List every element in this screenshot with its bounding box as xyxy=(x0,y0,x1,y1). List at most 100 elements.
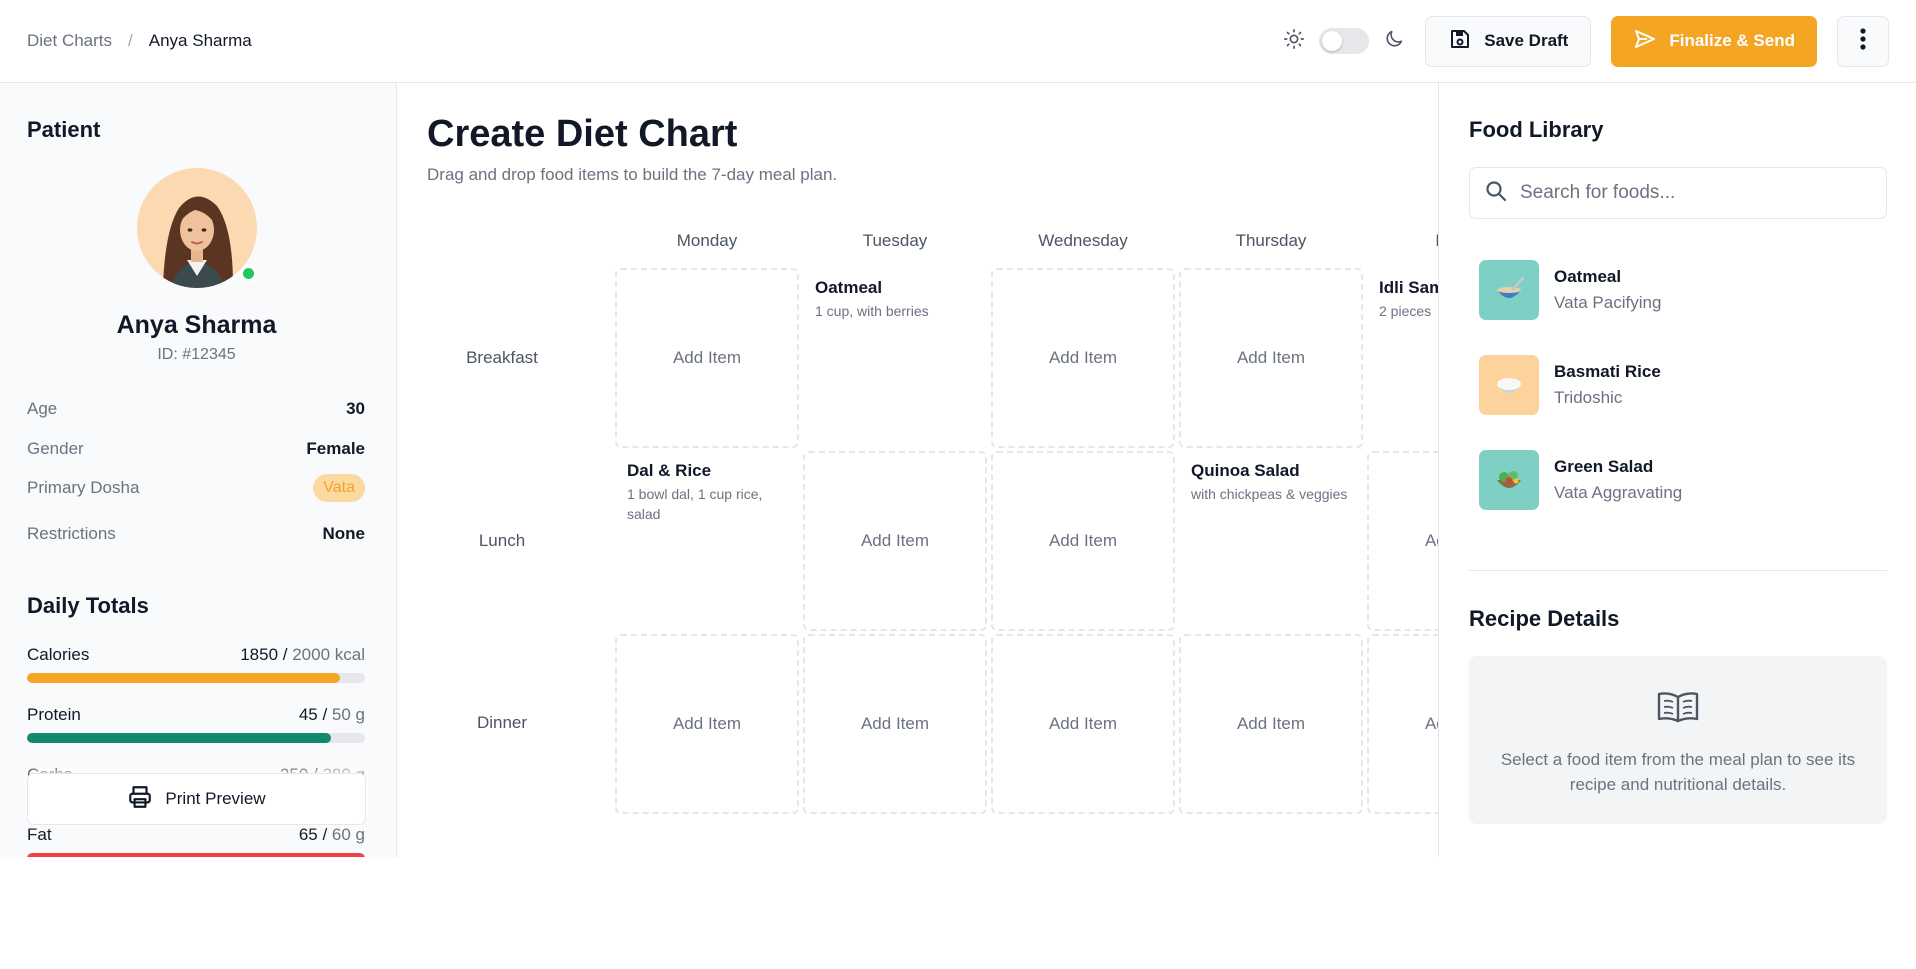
send-icon xyxy=(1633,27,1657,56)
nutrient-progress-track xyxy=(27,853,365,857)
meal-cell-dinner-thursday[interactable]: Add Item xyxy=(1179,634,1363,814)
meal-cell-lunch-friday[interactable]: Add Item xyxy=(1367,451,1438,631)
nutrient-value: 65 / 60 g xyxy=(298,825,365,844)
print-preview-label: Print Preview xyxy=(165,789,266,808)
nutrient-name: Fat xyxy=(27,825,52,844)
moon-icon xyxy=(1383,28,1405,55)
patient-avatar-wrapper xyxy=(137,168,257,288)
meal-item-name: Quinoa Salad xyxy=(1191,461,1300,480)
detail-label: Primary Dosha xyxy=(27,478,140,497)
detail-label: Gender xyxy=(27,439,84,458)
save-draft-button[interactable]: Save Draft xyxy=(1425,15,1592,67)
salad-icon xyxy=(1479,450,1539,510)
patient-section-title: Patient xyxy=(27,117,101,142)
dark-mode-toggle[interactable] xyxy=(1319,28,1370,54)
save-draft-label: Save Draft xyxy=(1484,31,1569,50)
printer-icon xyxy=(127,784,153,815)
meal-item-desc: 1 cup, with berries xyxy=(815,303,929,319)
search-icon xyxy=(1484,179,1508,208)
nutrient-progress-track xyxy=(27,673,365,683)
day-header-monday: Monday xyxy=(676,231,738,250)
online-status-dot xyxy=(240,265,257,282)
breadcrumb-diet-charts[interactable]: Diet Charts xyxy=(27,31,112,51)
print-preview-button[interactable]: Print Preview xyxy=(27,773,366,825)
meal-item-name: Dal & Rice xyxy=(627,461,712,480)
meal-cell-dinner-monday[interactable]: Add Item xyxy=(615,634,799,814)
meal-cell-lunch-thursday[interactable]: Quinoa Salad with chickpeas & veggies xyxy=(1179,451,1363,631)
recipe-details-title: Recipe Details xyxy=(1469,606,1620,631)
finalize-send-button[interactable]: Finalize & Send xyxy=(1611,15,1817,67)
avatar xyxy=(137,168,257,288)
day-header-friday: Friday xyxy=(1367,231,1438,251)
food-dosha-tag: Vata Pacifying xyxy=(1554,293,1662,312)
detail-row-dosha: Primary Dosha Vata xyxy=(27,472,365,504)
page-subtitle: Drag and drop food items to build the 7-… xyxy=(427,165,838,184)
detail-value: None xyxy=(322,524,366,543)
patient-sidebar: Patient Anya Sharma ID: #12345 Age 30 Ge… xyxy=(0,83,397,857)
save-icon xyxy=(1448,27,1472,56)
meal-cell-breakfast-monday[interactable]: Add Item xyxy=(615,268,799,448)
food-library-item-oatmeal[interactable]: Oatmeal Vata Pacifying xyxy=(1479,260,1879,320)
food-library-item-basmati-rice[interactable]: Basmati Rice Tridoshic xyxy=(1479,355,1879,415)
food-library-item-green-salad[interactable]: Green Salad Vata Aggravating xyxy=(1479,450,1879,510)
search-input[interactable] xyxy=(1520,182,1860,204)
detail-label: Restrictions xyxy=(27,524,116,543)
finalize-send-label: Finalize & Send xyxy=(1669,31,1795,50)
food-name: Basmati Rice xyxy=(1554,362,1661,381)
nutrient-row-protein: Protein 45 / 50 g xyxy=(27,705,365,743)
nutrient-progress-track xyxy=(27,733,365,743)
header-actions: Save Draft Finalize & Send xyxy=(1283,15,1889,67)
sun-icon xyxy=(1283,28,1305,55)
meal-label-lunch: Lunch xyxy=(478,531,526,550)
detail-value: 30 xyxy=(346,399,365,418)
nutrient-value: 45 / 50 g xyxy=(298,705,365,724)
more-options-button[interactable] xyxy=(1837,15,1889,67)
food-library-title: Food Library xyxy=(1469,117,1604,142)
detail-value: Female xyxy=(306,439,365,458)
nutrient-row-calories: Calories 1850 / 2000 kcal xyxy=(27,645,365,683)
food-name: Green Salad xyxy=(1554,457,1654,476)
meal-cell-breakfast-tuesday[interactable]: Oatmeal 1 cup, with berries xyxy=(803,268,987,448)
meal-cell-breakfast-thursday[interactable]: Add Item xyxy=(1179,268,1363,448)
meal-cell-breakfast-wednesday[interactable]: Add Item xyxy=(991,268,1175,448)
patient-name: Anya Sharma xyxy=(116,311,277,339)
food-dosha-tag: Tridoshic xyxy=(1554,388,1623,407)
nutrient-progress-fill xyxy=(27,733,332,743)
top-header: Diet Charts / Anya Sharma Save Draft Fin… xyxy=(0,0,1916,83)
patient-id: ID: #12345 xyxy=(157,346,236,363)
nutrient-name: Calories xyxy=(27,645,90,664)
detail-row-restrictions: Restrictions None xyxy=(27,524,365,544)
meal-item-name: Idli Sambar xyxy=(1379,278,1438,297)
meal-cell-breakfast-friday[interactable]: Idli Sambar 2 pieces xyxy=(1367,268,1438,448)
nutrient-progress-fill xyxy=(27,673,340,683)
breadcrumb-current: Anya Sharma xyxy=(148,31,252,50)
diet-chart-editor: Create Diet Chart Drag and drop food ite… xyxy=(397,83,1438,857)
meal-cell-dinner-tuesday[interactable]: Add Item xyxy=(803,634,987,814)
nutrient-name: Protein xyxy=(27,705,81,724)
food-search xyxy=(1469,167,1887,219)
nutrient-row-fat: Fat 65 / 60 g xyxy=(27,825,365,857)
meal-label-dinner: Dinner xyxy=(476,713,528,732)
meal-cell-lunch-monday[interactable]: Dal & Rice 1 bowl dal, 1 cup rice, salad xyxy=(615,451,799,631)
recipe-details-empty-state: Select a food item from the meal plan to… xyxy=(1469,656,1887,824)
meal-cell-lunch-tuesday[interactable]: Add Item xyxy=(803,451,987,631)
breadcrumb: Diet Charts / Anya Sharma xyxy=(27,31,252,51)
open-book-icon xyxy=(1656,690,1700,729)
detail-row-age: Age 30 xyxy=(27,399,365,419)
more-vertical-icon xyxy=(1860,27,1866,55)
meal-cell-lunch-wednesday[interactable]: Add Item xyxy=(991,451,1175,631)
panel-divider xyxy=(1469,570,1887,571)
breadcrumb-separator: / xyxy=(128,31,133,50)
food-dosha-tag: Vata Aggravating xyxy=(1554,483,1683,502)
rice-bowl-icon xyxy=(1479,355,1539,415)
meal-item-desc: with chickpeas & veggies xyxy=(1191,486,1348,502)
theme-toggle-group xyxy=(1283,28,1405,55)
toggle-knob xyxy=(1322,31,1343,51)
meal-label-breakfast: Breakfast xyxy=(466,348,538,367)
detail-label: Age xyxy=(27,399,58,418)
meal-cell-dinner-wednesday[interactable]: Add Item xyxy=(991,634,1175,814)
detail-row-gender: Gender Female xyxy=(27,439,365,459)
oatmeal-bowl-icon xyxy=(1479,260,1539,320)
meal-cell-dinner-friday[interactable]: Add Item xyxy=(1367,634,1438,814)
food-library-panel: Food Library Oatmeal Vata Pacifying Basm… xyxy=(1438,83,1916,857)
